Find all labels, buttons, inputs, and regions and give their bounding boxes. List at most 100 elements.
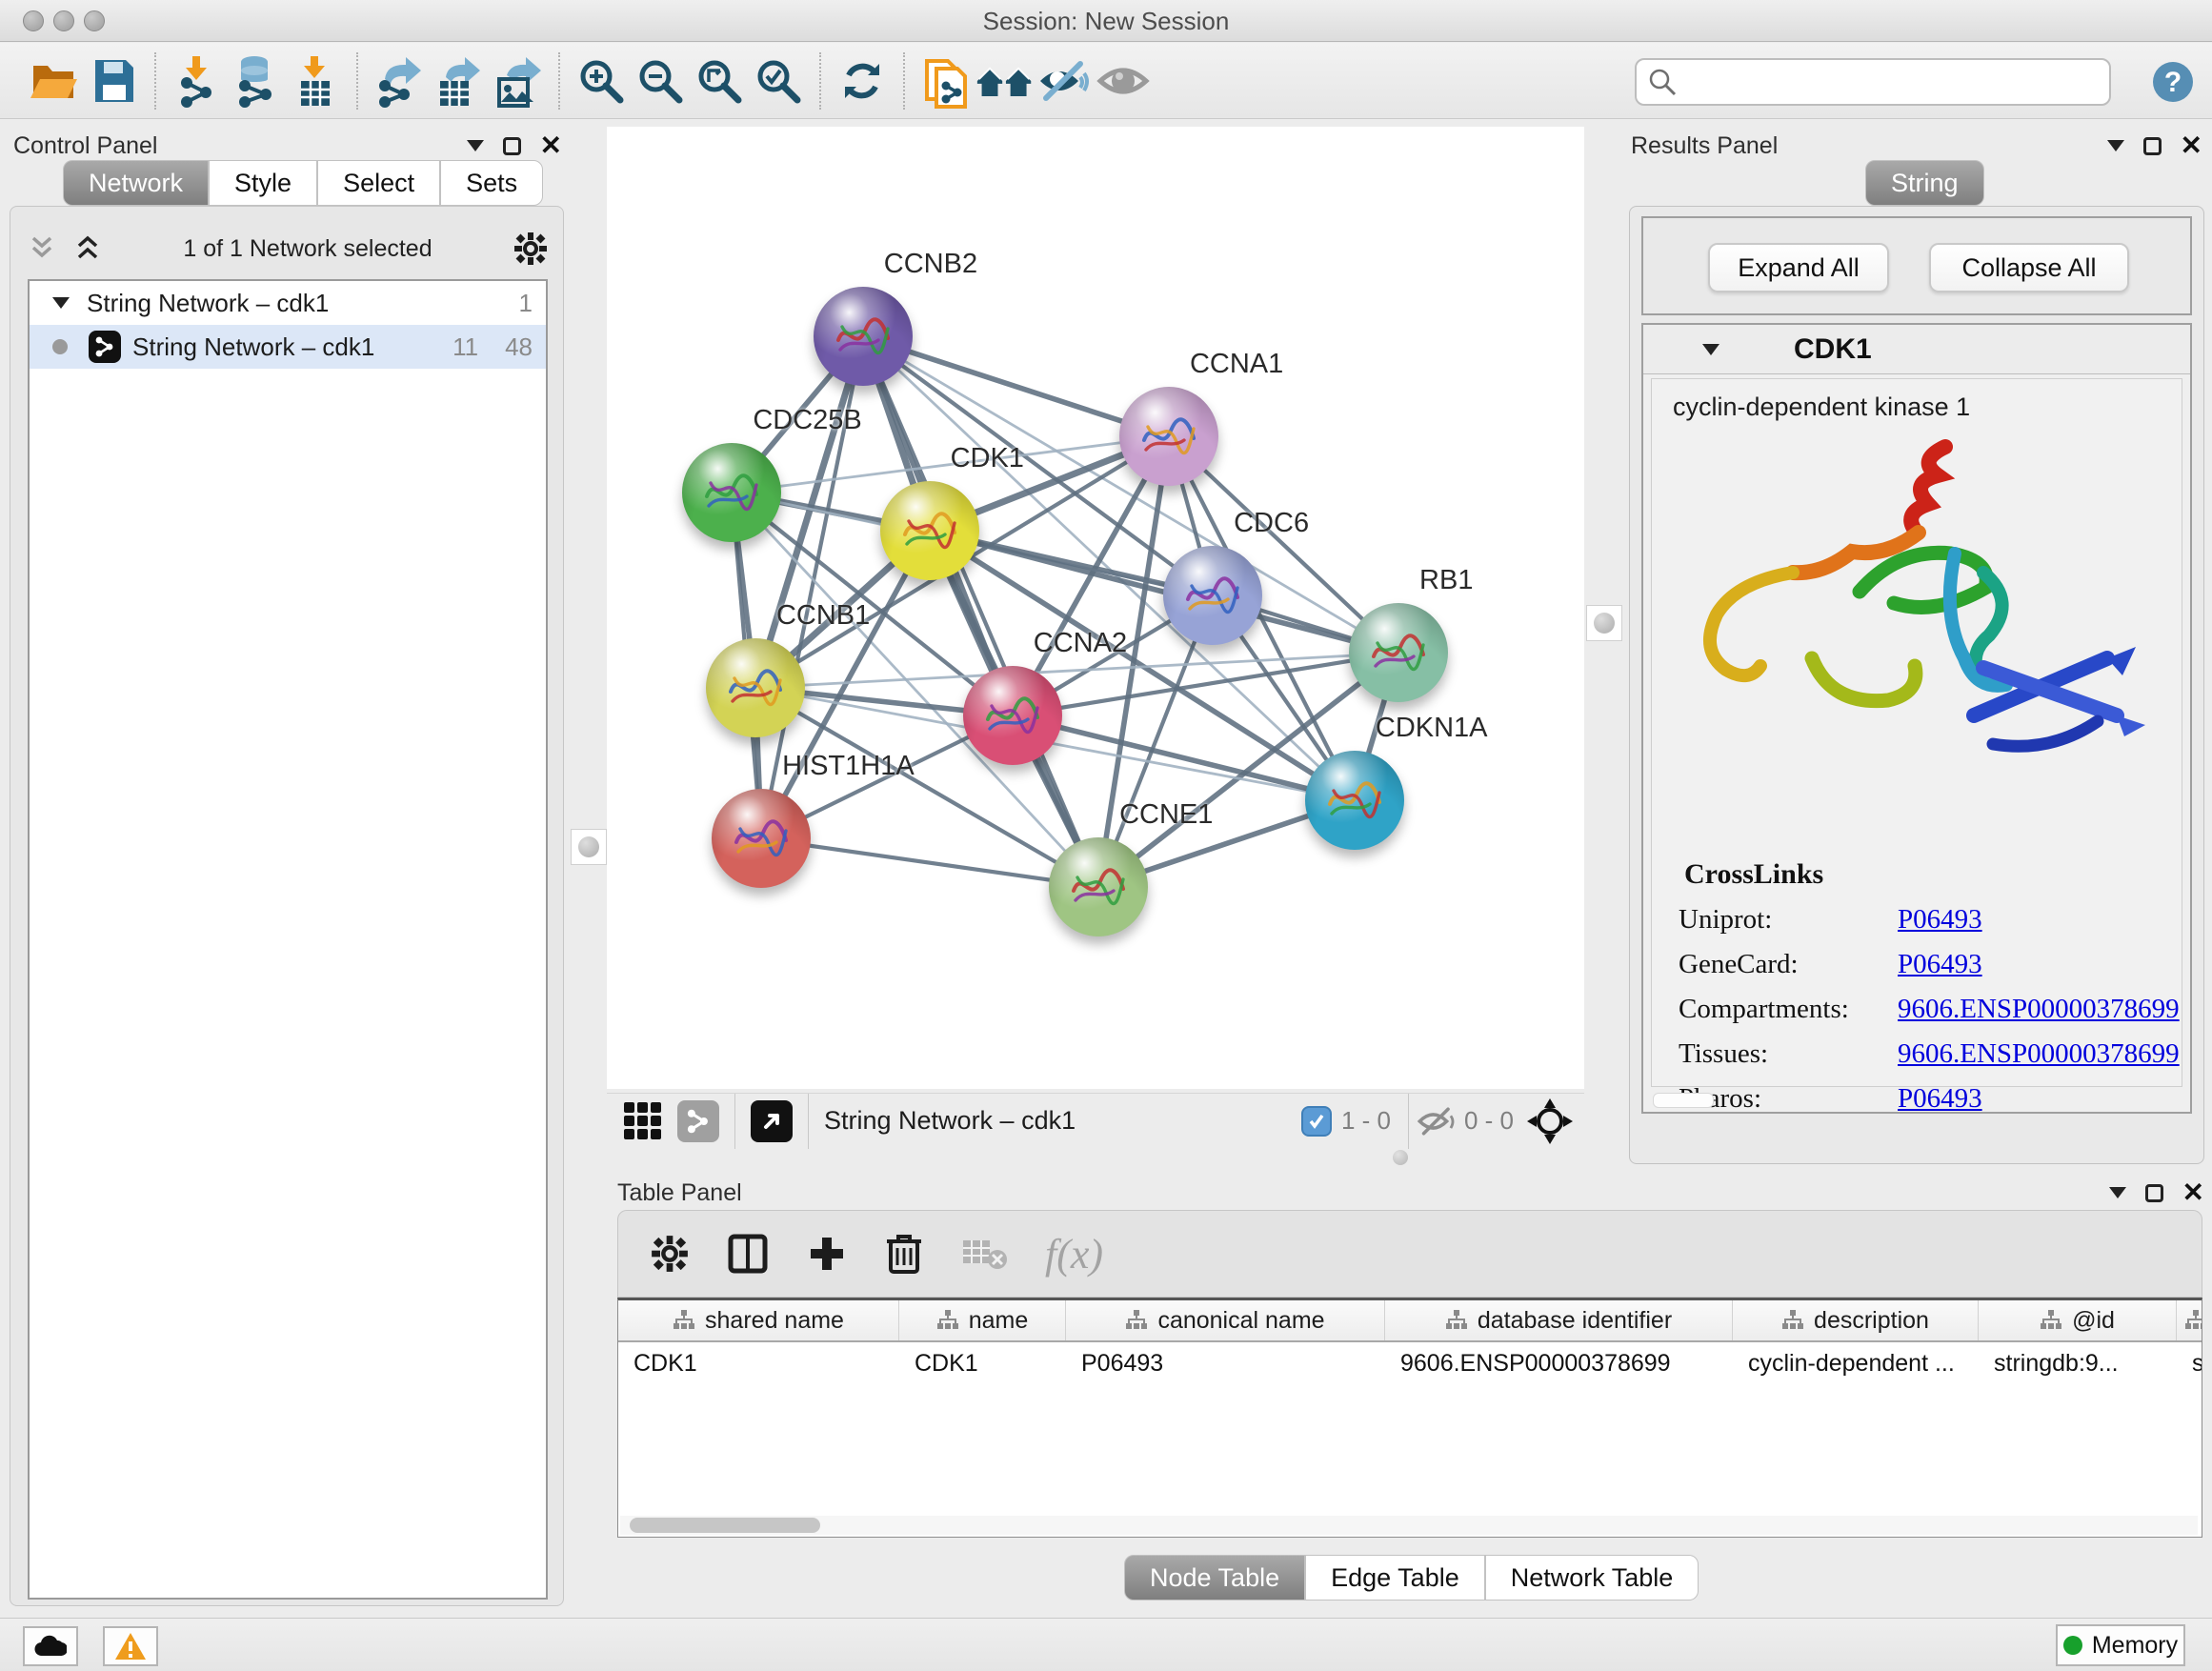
first-neighbors-button[interactable] — [975, 50, 1035, 111]
warnings-button[interactable] — [103, 1626, 158, 1666]
collapse-all-button[interactable]: Collapse All — [1929, 243, 2129, 292]
table-cell[interactable]: stringdb:9... — [1979, 1342, 2177, 1384]
network-node-cdc6[interactable] — [1163, 546, 1262, 645]
refresh-button[interactable] — [833, 50, 892, 111]
left-splitter-handle[interactable] — [571, 829, 607, 865]
tab-sets[interactable]: Sets — [440, 160, 543, 206]
detach-view-icon[interactable] — [751, 1100, 793, 1142]
table-cell[interactable]: cyclin-dependent ... — [1733, 1342, 1979, 1384]
protein-structure-thumbnail — [731, 814, 792, 861]
crosslink-genecard[interactable]: P06493 — [1898, 949, 1982, 980]
tab-string[interactable]: String — [1865, 160, 1984, 206]
duplicate-network-button[interactable] — [916, 50, 975, 111]
export-image-button[interactable] — [488, 50, 547, 111]
column-header-canonical-name[interactable]: canonical name — [1066, 1300, 1385, 1340]
create-column-icon[interactable] — [807, 1234, 847, 1274]
table-cell[interactable]: CDK1 — [618, 1342, 899, 1384]
selected-checkbox-icon[interactable] — [1301, 1106, 1332, 1137]
table-cell[interactable]: 9606.ENSP00000378699 — [1385, 1342, 1733, 1384]
column-header--id[interactable]: @id — [1979, 1300, 2177, 1340]
network-node-hist1h1a[interactable] — [712, 789, 811, 888]
search-field[interactable] — [1635, 58, 2111, 106]
table-cell[interactable]: CDK1 — [899, 1342, 1066, 1384]
network-node-rb1[interactable] — [1349, 603, 1448, 702]
control-panel-close-icon[interactable]: ✕ — [540, 136, 562, 155]
results-horizontal-scrollbar[interactable] — [1653, 1093, 1714, 1108]
crosslink-tissues[interactable]: 9606.ENSP00000378699 — [1898, 1038, 2180, 1070]
import-network-button[interactable] — [168, 50, 227, 111]
table-panel-close-icon[interactable]: ✕ — [2182, 1183, 2204, 1202]
search-input[interactable] — [1677, 63, 2109, 101]
control-panel-menu-icon[interactable] — [467, 140, 484, 151]
cloud-button[interactable] — [23, 1626, 78, 1666]
tab-node-table[interactable]: Node Table — [1124, 1555, 1305, 1601]
tab-edge-table[interactable]: Edge Table — [1305, 1555, 1485, 1601]
help-button[interactable]: ? — [2151, 60, 2195, 104]
network-node-ccnb1[interactable] — [706, 638, 805, 737]
delete-column-icon[interactable] — [885, 1232, 923, 1276]
network-share-view-icon[interactable] — [677, 1100, 719, 1142]
zoom-out-button[interactable] — [631, 50, 690, 111]
network-node-ccna1[interactable] — [1119, 387, 1218, 486]
network-canvas[interactable]: CCNB2CCNA1CDC25BCDK1CDC6RB1CCNB1CCNA2CDK… — [607, 127, 1584, 1089]
crosslink-row: GeneCard: P06493 — [1679, 949, 2182, 980]
table-cell[interactable]: stringdb — [2177, 1342, 2202, 1384]
network-node-cdk1[interactable] — [880, 481, 979, 580]
crosslink-compartments[interactable]: 9606.ENSP00000378699 — [1898, 994, 2180, 1025]
results-panel-float-icon[interactable] — [2143, 137, 2162, 155]
tab-network-table[interactable]: Network Table — [1485, 1555, 1699, 1601]
right-splitter-handle[interactable] — [1586, 605, 1622, 641]
network-view-toolbar: String Network – cdk1 1 - 0 0 - 0 — [607, 1093, 1584, 1148]
import-table-button[interactable] — [286, 50, 345, 111]
collapse-all-icon[interactable] — [28, 234, 56, 263]
network-node-ccna2[interactable] — [963, 666, 1062, 765]
column-header-name[interactable]: name — [899, 1300, 1066, 1340]
tab-network[interactable]: Network — [63, 160, 209, 206]
network-node-cdc25b[interactable] — [682, 443, 781, 542]
network-collection-row[interactable]: String Network – cdk1 1 — [30, 281, 546, 325]
open-session-button[interactable] — [25, 50, 84, 111]
table-options-gear-icon[interactable] — [651, 1235, 689, 1273]
tab-select[interactable]: Select — [317, 160, 440, 206]
crosslink-uniprot[interactable]: P06493 — [1898, 904, 1982, 936]
table-panel-menu-icon[interactable] — [2109, 1187, 2126, 1198]
memory-button[interactable]: Memory — [2056, 1624, 2185, 1666]
expand-all-icon[interactable] — [73, 234, 102, 263]
network-node-ccne1[interactable] — [1049, 837, 1148, 936]
table-row[interactable]: CDK1CDK1P064939606.ENSP00000378699cyclin… — [618, 1342, 2202, 1384]
network-node-cdkn1a[interactable] — [1305, 751, 1404, 850]
network-options-gear-icon[interactable] — [513, 232, 548, 266]
table-horizontal-scrollbar[interactable] — [620, 1516, 2198, 1535]
column-header-description[interactable]: description — [1733, 1300, 1979, 1340]
zoom-selected-button[interactable] — [749, 50, 808, 111]
save-session-button[interactable] — [84, 50, 143, 111]
protein-structure-thumbnail — [982, 691, 1043, 738]
control-panel-float-icon[interactable] — [503, 137, 521, 155]
show-columns-icon[interactable] — [727, 1233, 769, 1275]
gene-header-row[interactable]: CDK1 — [1643, 325, 2190, 374]
results-panel-menu-icon[interactable] — [2107, 140, 2124, 151]
crosslink-pharos[interactable]: P06493 — [1898, 1083, 1982, 1115]
table-cell[interactable]: P06493 — [1066, 1342, 1385, 1384]
network-node-ccnb2[interactable] — [814, 287, 913, 386]
table-scrollbar-thumb[interactable] — [630, 1518, 820, 1533]
birds-eye-view-icon[interactable] — [1527, 1098, 1573, 1144]
import-network-from-database-button[interactable] — [227, 50, 286, 111]
column-header-database-identifier[interactable]: database identifier — [1385, 1300, 1733, 1340]
table-panel-float-icon[interactable] — [2145, 1184, 2163, 1202]
hide-selected-button[interactable] — [1035, 50, 1094, 111]
tab-style[interactable]: Style — [209, 160, 317, 206]
column-header-namespace[interactable]: namespace — [2177, 1300, 2202, 1340]
gene-collapse-icon[interactable] — [1702, 344, 1719, 355]
zoom-fit-button[interactable] — [690, 50, 749, 111]
network-row[interactable]: String Network – cdk1 11 48 — [30, 325, 546, 369]
bottom-splitter-handle[interactable] — [1393, 1150, 1408, 1165]
grid-view-icon[interactable] — [622, 1100, 664, 1142]
export-network-button[interactable] — [370, 50, 429, 111]
results-panel-close-icon[interactable]: ✕ — [2181, 136, 2202, 155]
expand-all-button[interactable]: Expand All — [1708, 243, 1889, 292]
show-all-button[interactable] — [1094, 50, 1153, 111]
column-header-shared-name[interactable]: shared name — [618, 1300, 899, 1340]
zoom-in-button[interactable] — [572, 50, 631, 111]
export-table-button[interactable] — [429, 50, 488, 111]
